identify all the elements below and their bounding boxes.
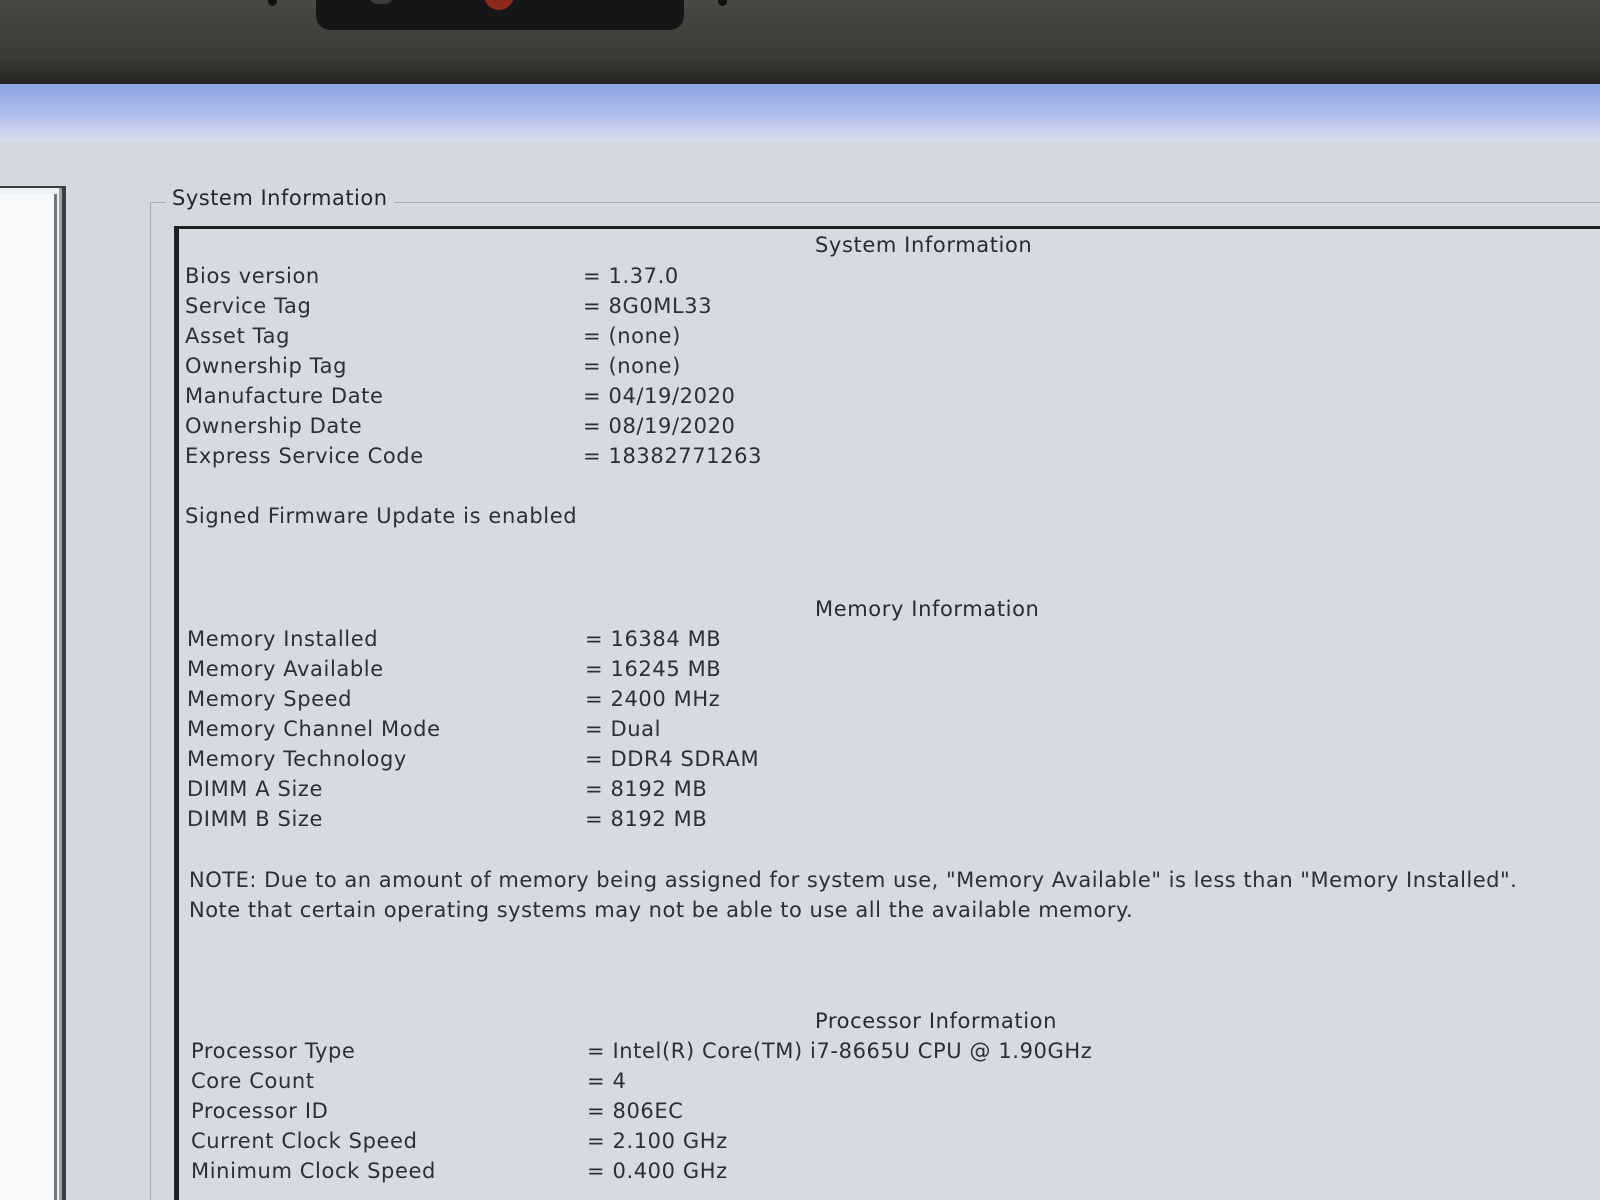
service-tag-value: 8G0ML33: [583, 294, 712, 318]
current-clock-speed-label: Current Clock Speed: [191, 1129, 418, 1153]
memory-installed-value: 16384 MB: [585, 627, 721, 651]
express-service-code-value: 18382771263: [583, 444, 762, 468]
settings-nav-list[interactable]: [0, 194, 57, 1200]
manufacture-date-value: 04/19/2020: [583, 384, 736, 408]
title-bar: [0, 84, 1600, 142]
memory-available-value: 16245 MB: [585, 657, 721, 681]
memory-speed-label: Memory Speed: [187, 687, 353, 711]
bezel-sensor-left: [268, 0, 277, 6]
express-service-code-label: Express Service Code: [185, 444, 424, 468]
processor-type-value: Intel(R) Core(TM) i7-8665U CPU @ 1.90GHz: [587, 1039, 1092, 1063]
bios-version-label: Bios version: [185, 264, 320, 288]
manufacture-date-label: Manufacture Date: [185, 384, 384, 408]
memory-channel-mode-label: Memory Channel Mode: [187, 717, 441, 741]
system-information-panel[interactable]: System Information Bios version 1.37.0 S…: [174, 226, 1600, 1200]
ownership-tag-value: (none): [583, 354, 681, 378]
processor-section-title: Processor Information: [815, 1009, 1057, 1033]
dimm-b-size-label: DIMM B Size: [187, 807, 324, 831]
laptop-bezel: [0, 0, 1600, 86]
minimum-clock-speed-value: 0.400 GHz: [587, 1159, 728, 1183]
bios-version-value: 1.37.0: [583, 264, 679, 288]
memory-installed-label: Memory Installed: [187, 627, 379, 651]
webcam-sensor-icon: [368, 0, 394, 4]
minimum-clock-speed-label: Minimum Clock Speed: [191, 1159, 436, 1183]
core-count-label: Core Count: [191, 1069, 315, 1093]
webcam-housing: [316, 0, 684, 30]
memory-technology-label: Memory Technology: [187, 747, 407, 771]
system-section-title: System Information: [815, 233, 1033, 257]
groupbox-title: System Information: [166, 186, 394, 210]
dimm-a-size-label: DIMM A Size: [187, 777, 324, 801]
memory-technology-value: DDR4 SDRAM: [585, 747, 759, 771]
asset-tag-label: Asset Tag: [185, 324, 291, 348]
ownership-tag-label: Ownership Tag: [185, 354, 348, 378]
current-clock-speed-value: 2.100 GHz: [587, 1129, 728, 1153]
memory-channel-mode-value: Dual: [585, 717, 661, 741]
core-count-value: 4: [587, 1069, 626, 1093]
memory-section-title: Memory Information: [815, 597, 1040, 621]
bios-screen: System Information System Information Bi…: [0, 84, 1600, 1200]
dimm-b-size-value: 8192 MB: [585, 807, 707, 831]
processor-id-label: Processor ID: [191, 1099, 329, 1123]
ownership-date-label: Ownership Date: [185, 414, 363, 438]
bezel-sensor-right: [718, 0, 727, 6]
webcam-lens-icon: [484, 0, 514, 10]
processor-id-value: 806EC: [587, 1099, 684, 1123]
ownership-date-value: 08/19/2020: [583, 414, 736, 438]
memory-speed-value: 2400 MHz: [585, 687, 720, 711]
memory-available-label: Memory Available: [187, 657, 384, 681]
processor-type-label: Processor Type: [191, 1039, 356, 1063]
service-tag-label: Service Tag: [185, 294, 312, 318]
signed-firmware-note: Signed Firmware Update is enabled: [185, 504, 578, 528]
dimm-a-size-value: 8192 MB: [585, 777, 707, 801]
asset-tag-value: (none): [583, 324, 681, 348]
memory-note: NOTE: Due to an amount of memory being a…: [189, 868, 1518, 922]
